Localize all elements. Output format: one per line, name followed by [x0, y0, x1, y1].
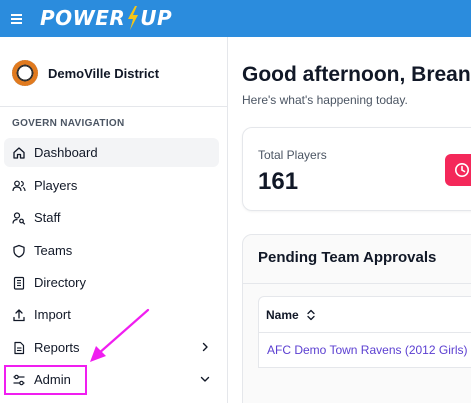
- clock-icon: [455, 163, 469, 177]
- app-logo[interactable]: POWER UP: [40, 5, 172, 31]
- org-logo: [12, 60, 38, 86]
- stat-icon-badge: [445, 154, 471, 186]
- sidebar-divider: [0, 106, 227, 107]
- user-search-icon: [12, 211, 26, 225]
- greeting-title: Good afternoon, Breanna: [242, 63, 471, 86]
- sidebar-item-label: Reports: [34, 340, 80, 355]
- building-icon: [13, 276, 25, 290]
- org-switcher[interactable]: DemoVille District: [12, 59, 159, 87]
- sidebar-item-label: Directory: [34, 275, 87, 290]
- top-bar: POWER UP: [0, 0, 471, 37]
- pending-approvals-panel: Pending Team Approvals Name AFC Demo Tow…: [242, 234, 471, 403]
- stat-label: Total Players: [258, 148, 327, 162]
- chevron-down-icon: [200, 376, 210, 382]
- nav-section-header: GOVERN NAVIGATION: [12, 118, 125, 129]
- sidebar-item-dashboard[interactable]: Dashboard: [4, 138, 219, 167]
- sidebar-item-label: Teams: [34, 243, 73, 258]
- menu-icon[interactable]: [9, 11, 25, 27]
- sidebar-item-label: Dashboard: [34, 145, 98, 160]
- sidebar-item-label: Staff: [34, 210, 61, 225]
- upload-icon: [13, 308, 25, 321]
- users-icon: [12, 180, 26, 191]
- chevron-right-icon: [202, 342, 208, 352]
- table-row: AFC Demo Town Ravens (2012 Girls): [259, 333, 471, 367]
- shield-icon: [13, 244, 25, 258]
- home-icon: [13, 146, 25, 159]
- sidebar-item-staff[interactable]: Staff: [4, 203, 219, 232]
- main-content: Good afternoon, Breanna Here's what's ha…: [228, 37, 471, 403]
- column-header-name[interactable]: Name: [259, 297, 471, 333]
- stat-value: 161: [258, 168, 299, 195]
- org-name: DemoVille District: [48, 65, 160, 81]
- file-icon: [14, 341, 25, 354]
- admin-highlight-box: [4, 365, 87, 395]
- logo-text-right: UP: [140, 6, 173, 30]
- sort-icon: [307, 309, 315, 320]
- sidebar-item-players[interactable]: Players: [4, 171, 219, 200]
- total-players-card: Total Players 161: [242, 127, 471, 211]
- team-link[interactable]: AFC Demo Town Ravens (2012 Girls): [267, 343, 468, 357]
- sidebar-item-label: Import: [34, 307, 71, 322]
- panel-divider: [243, 283, 471, 284]
- lightning-bolt-icon: [128, 6, 139, 30]
- pointer-arrow-icon: [90, 308, 150, 362]
- sidebar-item-teams[interactable]: Teams: [4, 236, 219, 265]
- approvals-table: Name AFC Demo Town Ravens (2012 Girls): [258, 296, 471, 368]
- sidebar-item-directory[interactable]: Directory: [4, 268, 219, 297]
- column-header-label: Name: [266, 307, 299, 322]
- panel-title: Pending Team Approvals: [258, 249, 437, 266]
- sidebar-item-label: Players: [34, 178, 78, 193]
- logo-text-left: POWER: [40, 6, 126, 30]
- greeting-subtitle: Here's what's happening today.: [242, 93, 408, 107]
